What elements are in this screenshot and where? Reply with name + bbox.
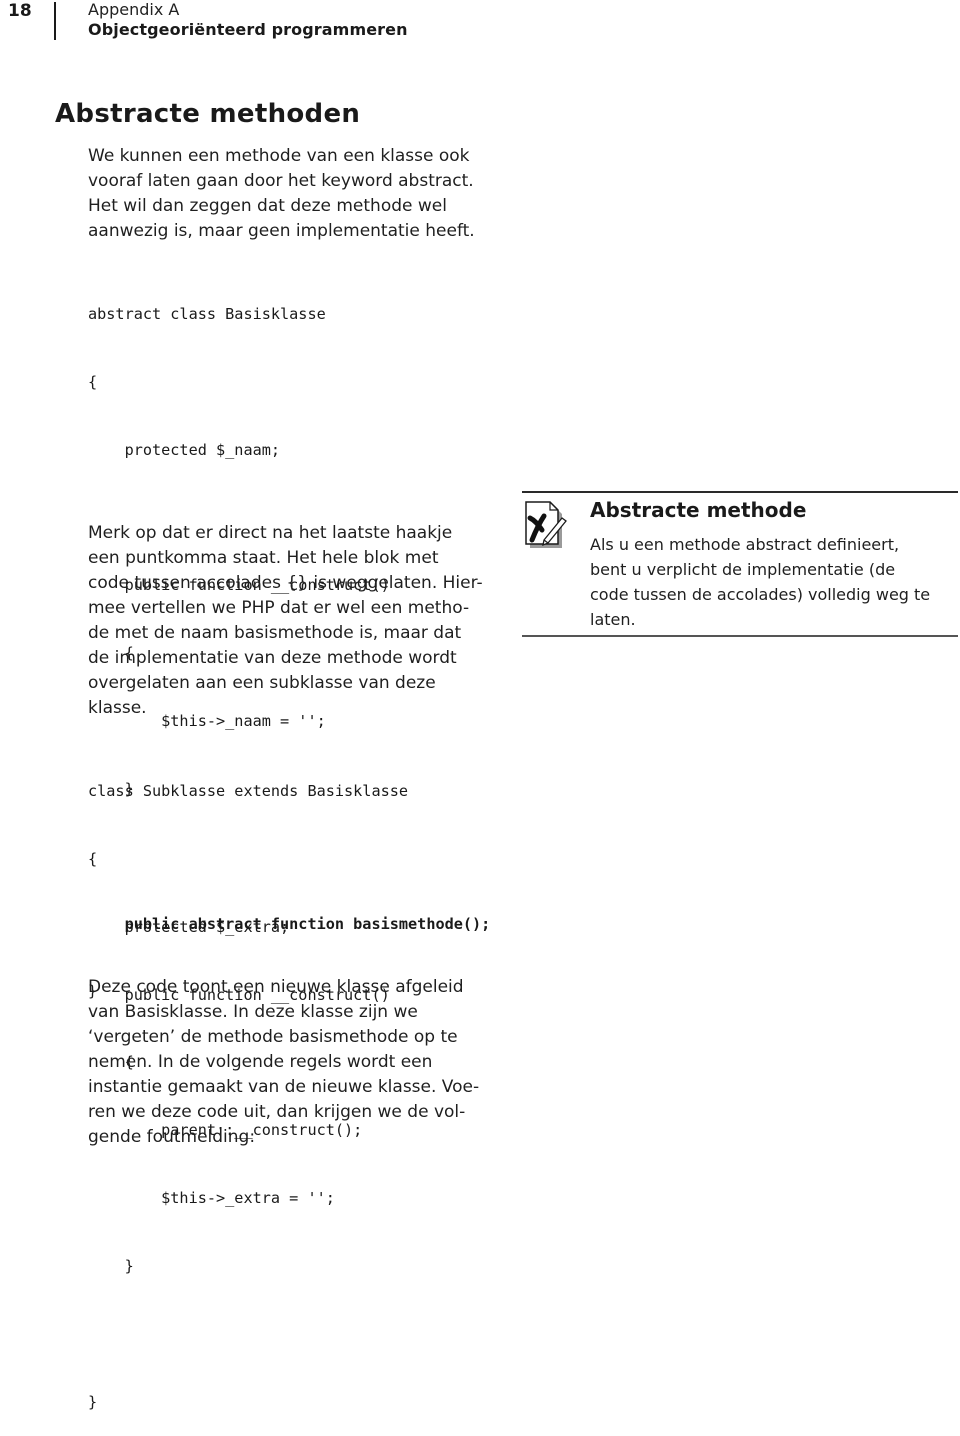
paragraph-line: vooraf laten gaan door het keyword abstr… xyxy=(88,171,474,191)
note-body: Als u een methode abstract definieert, b… xyxy=(590,532,960,632)
explanation-paragraph: Merk op dat er direct na het laatste haa… xyxy=(88,521,488,721)
paragraph-line: de met de naam basismethode is, maar dat xyxy=(88,623,462,643)
note-rule-top xyxy=(522,491,958,493)
header-chapter-title: Objectgeoriënteerd programmeren xyxy=(88,20,408,39)
paragraph-line: ‘vergeten’ de methode basismethode op te xyxy=(88,1027,458,1047)
paragraph-line: Het wil dan zeggen dat deze methode wel xyxy=(88,196,447,216)
paragraph-line: code tussen accolades {} is weggelaten. … xyxy=(88,573,483,593)
paragraph-line: de implementatie van deze methode wordt xyxy=(88,648,457,668)
section-heading: Abstracte methoden xyxy=(55,99,361,129)
paragraph-line: overgelaten aan een subklasse van deze xyxy=(88,673,436,693)
code-line: protected $_extra; xyxy=(88,917,290,936)
header-divider xyxy=(54,2,56,40)
intro-paragraph: We kunnen een methode van een klasse ook… xyxy=(88,144,488,244)
code-line: abstract class Basisklasse xyxy=(88,305,326,324)
paragraph-line: een puntkomma staat. Het hele blok met xyxy=(88,548,439,568)
note-line: laten. xyxy=(590,610,636,629)
paragraph-line: klasse. xyxy=(88,698,147,718)
paragraph-line: ren we deze code uit, dan krijgen we de … xyxy=(88,1102,466,1122)
note-title: Abstracte methode xyxy=(590,498,807,522)
note-line: code tussen de accolades) volledig weg t… xyxy=(590,585,931,604)
note-rule-bottom xyxy=(522,635,958,637)
paragraph-line: nemen. In de volgende regels wordt een xyxy=(88,1052,433,1072)
code-line: } xyxy=(88,1392,98,1411)
closing-paragraph: Deze code toont een nieuwe klasse afgele… xyxy=(88,975,488,1150)
code-line: } xyxy=(88,1256,134,1275)
code-line: { xyxy=(88,372,98,391)
page-number: 18 xyxy=(8,1,32,21)
paragraph-line: mee vertellen we PHP dat er wel een meth… xyxy=(88,598,470,618)
header-chapter: Appendix A xyxy=(88,0,180,19)
paragraph-line: van Basisklasse. In deze klasse zijn we xyxy=(88,1002,418,1022)
code-line: protected $_naam; xyxy=(88,440,281,459)
note-line: Als u een methode abstract definieert, xyxy=(590,535,900,554)
paragraph-line: Merk op dat er direct na het laatste haa… xyxy=(88,523,453,543)
paragraph-line: gende foutmelding: xyxy=(88,1127,256,1147)
code-line: class Subklasse extends Basisklasse xyxy=(88,782,409,801)
code-line: { xyxy=(88,849,98,868)
checklist-note-icon xyxy=(522,500,572,550)
note-line: bent u verplicht de implementatie (de xyxy=(590,560,896,579)
paragraph-line: aanwezig is, maar geen implementatie hee… xyxy=(88,221,475,241)
paragraph-line: Deze code toont een nieuwe klasse afgele… xyxy=(88,977,464,997)
paragraph-line: We kunnen een methode van een klasse ook xyxy=(88,146,470,166)
code-line: $this->_extra = ''; xyxy=(88,1188,335,1207)
paragraph-line: instantie gemaakt van de nieuwe klasse. … xyxy=(88,1077,480,1097)
